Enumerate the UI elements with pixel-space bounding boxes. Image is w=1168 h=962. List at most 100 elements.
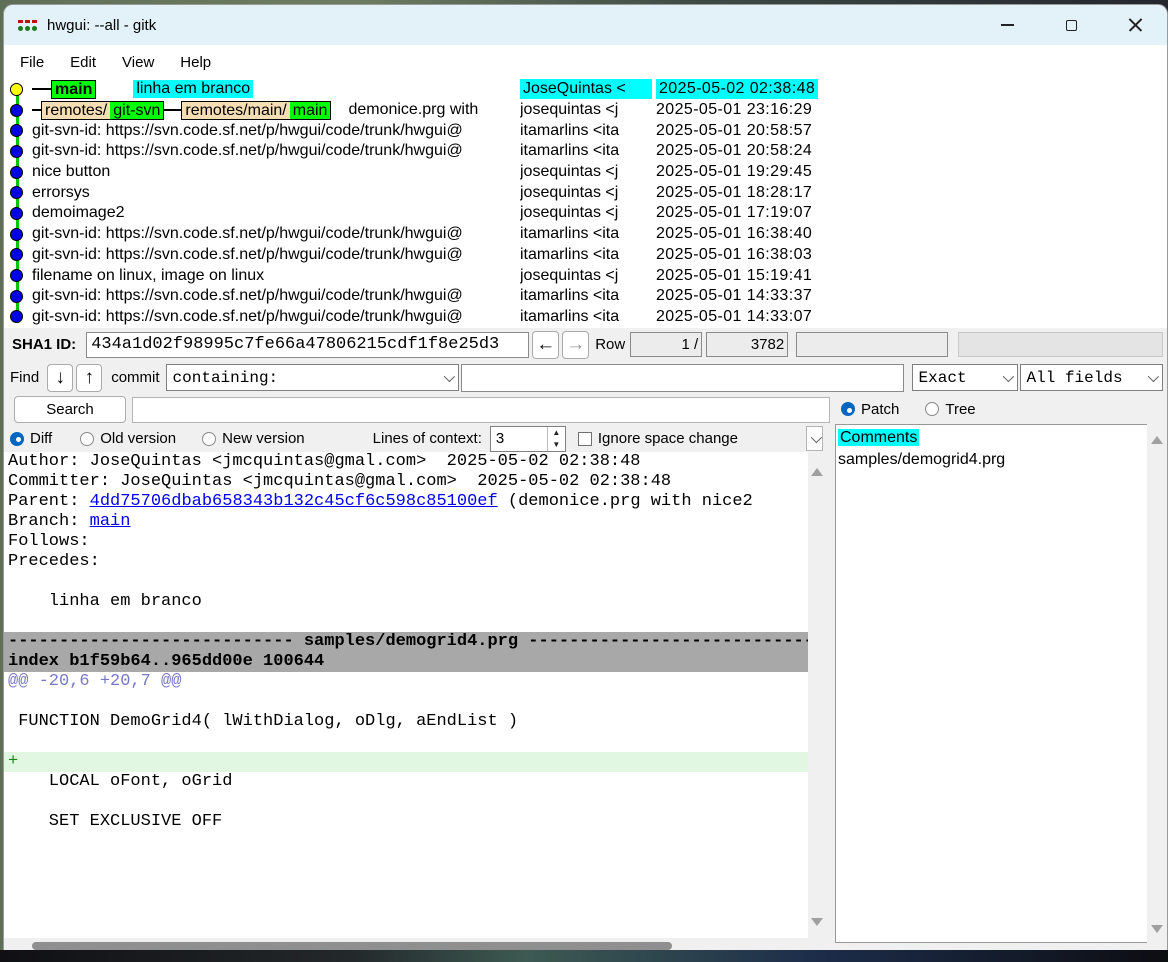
menu-file[interactable]: File	[20, 54, 44, 71]
diff-scroll-top-widget[interactable]	[806, 426, 823, 451]
commit-row[interactable]: git-svn-id: https://svn.code.sf.net/p/hw…	[4, 120, 1167, 141]
commit-row[interactable]: errorsys josequintas <j 2025-05-01 18:28…	[4, 182, 1167, 203]
commit-node-icon	[10, 166, 23, 179]
branch-ref-main[interactable]: main	[51, 80, 96, 99]
desktop-taskbar-strip	[0, 950, 1168, 962]
commit-row[interactable]: git-svn-id: https://svn.code.sf.net/p/hw…	[4, 245, 1167, 266]
window-title: hwgui: --all - gitk	[47, 17, 156, 34]
diff-precedes-line: Precedes:	[4, 552, 808, 572]
commit-date: 2025-05-01 15:19:41	[656, 266, 812, 286]
new-version-radio[interactable]: New version	[202, 430, 305, 447]
tree-radio[interactable]: Tree	[925, 401, 975, 418]
commit-date: 2025-05-01 14:33:37	[656, 286, 812, 306]
commit-row[interactable]: remotes/git-svn remotes/main/main demoni…	[4, 100, 1167, 121]
commit-date: 2025-05-01 20:58:24	[656, 141, 812, 161]
match-mode-dropdown[interactable]: Exact	[912, 364, 1018, 391]
commit-row[interactable]: git-svn-id: https://svn.code.sf.net/p/hw…	[4, 224, 1167, 245]
commit-subject: git-svn-id: https://svn.code.sf.net/p/hw…	[32, 122, 463, 140]
patch-tree-row: Patch Tree	[833, 394, 1167, 424]
commit-node-icon	[10, 228, 23, 241]
close-icon	[1128, 18, 1143, 33]
status-field-2	[958, 332, 1163, 357]
find-prev-button[interactable]: ↑	[76, 364, 102, 392]
ignore-space-checkbox[interactable]: Ignore space change	[578, 430, 738, 447]
commit-row[interactable]: git-svn-id: https://svn.code.sf.net/p/hw…	[4, 307, 1167, 328]
search-button[interactable]: Search	[14, 396, 126, 423]
menu-view[interactable]: View	[122, 54, 154, 71]
maximize-icon	[1066, 20, 1077, 31]
menubar: File Edit View Help	[4, 45, 1167, 79]
commit-row[interactable]: git-svn-id: https://svn.code.sf.net/p/hw…	[4, 141, 1167, 162]
radio-on-icon	[10, 432, 24, 446]
file-list-scrollbar[interactable]	[1147, 424, 1167, 943]
commit-row[interactable]: demoimage2 josequintas <j 2025-05-01 17:…	[4, 203, 1167, 224]
remote-ref-main[interactable]: remotes/main/main	[181, 101, 331, 120]
menu-help[interactable]: Help	[180, 54, 211, 71]
commit-subject: git-svn-id: https://svn.code.sf.net/p/hw…	[32, 287, 463, 305]
commit-date: 2025-05-01 18:28:17	[656, 183, 812, 203]
chevron-down-icon	[1002, 370, 1013, 381]
desktop-background: hwgui: --all - gitk File Edit View Help …	[0, 0, 1168, 962]
remote-ref-git-svn[interactable]: remotes/git-svn	[41, 101, 164, 120]
diff-added-line: +	[4, 752, 808, 772]
gitk-window: hwgui: --all - gitk File Edit View Help …	[3, 4, 1168, 957]
commit-author: josequintas <j	[520, 203, 618, 223]
commit-row[interactable]: filename on linux, image on linux josequ…	[4, 265, 1167, 286]
commit-row-selected[interactable]: main linha em branco JoseQuintas < 2025-…	[4, 79, 1167, 100]
diff-vertical-scrollbar[interactable]	[808, 452, 827, 938]
commit-author: josequintas <j	[520, 183, 618, 203]
scroll-up-icon[interactable]	[1151, 436, 1163, 444]
spinner-down-icon[interactable]: ▼	[548, 439, 565, 451]
sha1-label: SHA1 ID:	[12, 336, 76, 353]
commit-node-icon	[10, 310, 23, 323]
commit-row[interactable]: git-svn-id: https://svn.code.sf.net/p/hw…	[4, 286, 1167, 307]
sha1-bar: SHA1 ID: 434a1d02f98995c7fe66a47806215cd…	[4, 328, 1167, 361]
old-version-radio[interactable]: Old version	[80, 430, 176, 447]
find-next-button[interactable]: ↓	[47, 364, 73, 392]
patch-radio[interactable]: Patch	[841, 401, 899, 418]
scroll-up-icon[interactable]	[811, 468, 823, 476]
parent-sha-link[interactable]: 4dd75706dbab658343b132c45cf6c598c85100ef	[90, 492, 498, 511]
diff-hunk-header: @@ -20,6 +20,7 @@	[4, 672, 808, 692]
maximize-button[interactable]	[1039, 5, 1103, 45]
minimize-button[interactable]	[975, 5, 1039, 45]
find-input[interactable]	[461, 364, 904, 392]
diff-committer-line: Committer: JoseQuintas <jmcquintas@gmal.…	[4, 472, 808, 492]
file-item[interactable]: samples/demogrid4.prg	[838, 449, 1147, 471]
commit-subject: git-svn-id: https://svn.code.sf.net/p/hw…	[32, 142, 463, 160]
scroll-down-icon[interactable]	[1151, 925, 1163, 933]
titlebar: hwgui: --all - gitk	[4, 5, 1167, 45]
commit-author: josequintas <j	[520, 162, 618, 182]
scrollbar-thumb[interactable]	[32, 942, 672, 950]
diff-radio[interactable]: Diff	[10, 430, 52, 447]
commit-node-icon	[10, 269, 23, 282]
find-type-dropdown[interactable]: containing:	[166, 364, 459, 391]
nav-forward-button[interactable]: →	[562, 331, 589, 359]
scroll-down-icon[interactable]	[811, 918, 823, 926]
commit-node-icon	[10, 83, 23, 96]
commit-row[interactable]: nice button josequintas <j 2025-05-01 19…	[4, 162, 1167, 183]
file-panel: Patch Tree Comments samples/demogrid4.pr…	[833, 394, 1167, 957]
commit-author: itamarlins <ita	[520, 286, 619, 306]
lines-of-context-spinner[interactable]: 3 ▲▼	[490, 426, 566, 452]
file-item-comments[interactable]: Comments	[838, 427, 1147, 449]
commit-subject: demonice.prg with	[348, 101, 478, 119]
menu-edit[interactable]: Edit	[70, 54, 96, 71]
commit-author: itamarlins <ita	[520, 141, 619, 161]
branch-link[interactable]: main	[90, 512, 131, 531]
commit-author: josequintas <j	[520, 266, 618, 286]
commit-node-icon	[10, 145, 23, 158]
search-input[interactable]	[132, 397, 830, 423]
nav-back-button[interactable]: ←	[532, 331, 559, 359]
commit-node-icon	[10, 124, 23, 137]
find-bar: Find ↓ ↑ commit containing: Exact All fi…	[4, 361, 1167, 394]
diff-author-line: Author: JoseQuintas <jmcquintas@gmal.com…	[4, 452, 808, 472]
gitk-app-icon	[18, 18, 38, 33]
spinner-up-icon[interactable]: ▲	[548, 427, 565, 439]
radio-off-icon	[80, 432, 94, 446]
sha1-input[interactable]: 434a1d02f98995c7fe66a47806215cdf1f8e25d3	[86, 332, 529, 358]
commit-author: itamarlins <ita	[520, 245, 619, 265]
fields-dropdown[interactable]: All fields	[1020, 364, 1163, 391]
diff-context-line: FUNCTION DemoGrid4( lWithDialog, oDlg, a…	[4, 712, 808, 732]
close-button[interactable]	[1103, 5, 1167, 45]
